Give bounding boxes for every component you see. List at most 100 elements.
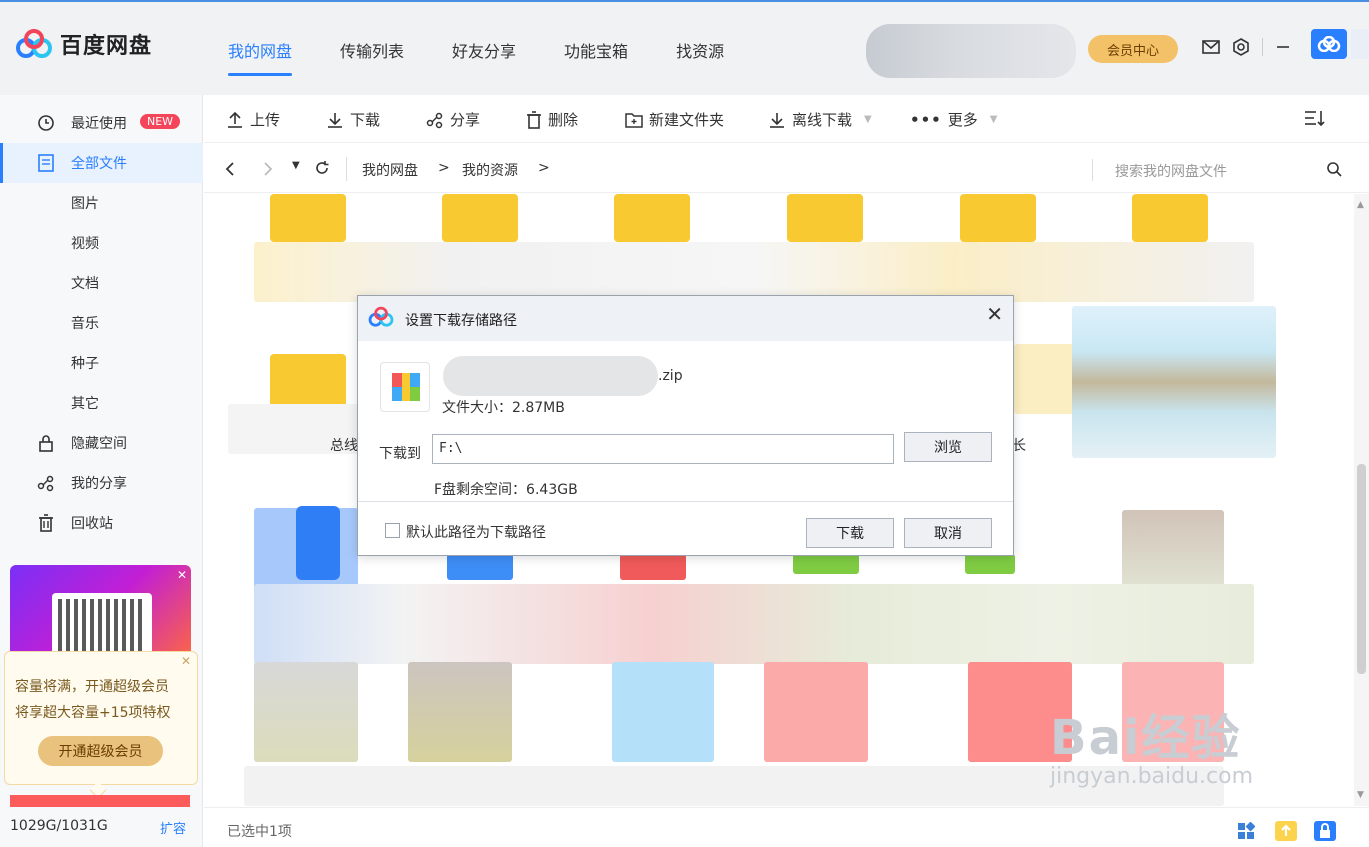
sidebar-item-trash[interactable]: 回收站	[0, 503, 203, 543]
more-button[interactable]: ••• 更多 ▼	[910, 109, 997, 130]
grid-view-icon[interactable]	[1237, 822, 1255, 840]
blurred-image-thumbnail	[1072, 306, 1276, 458]
close-icon[interactable]: ✕	[986, 302, 1003, 326]
scroll-down-icon[interactable]: ▼	[1357, 790, 1364, 800]
expand-capacity-link[interactable]: 扩容	[160, 818, 186, 837]
history-dropdown-icon[interactable]: ▼	[292, 160, 300, 171]
default-path-checkbox-label[interactable]: 默认此路径为下载路径	[406, 522, 546, 542]
share-button[interactable]: 分享	[426, 109, 480, 130]
scrollbar-thumb[interactable]	[1357, 464, 1366, 674]
sidebar-item-label: 音乐	[71, 316, 99, 332]
free-space-text: F盘剩余空间：6.43GB	[434, 482, 578, 498]
download-path-input[interactable]: F:\	[432, 434, 894, 464]
blurred-file-icon	[793, 554, 859, 574]
new-folder-icon	[625, 112, 643, 128]
tip-line-1: 容量将满，开通超级会员	[15, 679, 169, 695]
confirm-download-button[interactable]: 下载	[806, 518, 894, 548]
app-logo[interactable]: 百度网盘	[16, 28, 152, 60]
dialog-title-bar[interactable]: 设置下载存储路径 ✕	[358, 296, 1013, 341]
upload-label: 上传	[250, 111, 281, 129]
download-button[interactable]: 下载	[326, 109, 380, 130]
refresh-icon[interactable]	[314, 160, 330, 176]
new-folder-button[interactable]: 新建文件夹	[625, 109, 724, 130]
sidebar-item-my-shares[interactable]: 我的分享	[0, 463, 203, 503]
sidebar-item-music[interactable]: 音乐	[0, 303, 203, 343]
blurred-image-thumbnail	[612, 662, 714, 762]
minimize-icon[interactable]	[1275, 39, 1291, 55]
sidebar-item-videos[interactable]: 视频	[0, 223, 203, 263]
vertical-scrollbar[interactable]: ▲ ▼	[1354, 194, 1369, 806]
file-label-partial: 长	[1012, 438, 1026, 454]
close-icon[interactable]: ✕	[177, 568, 187, 582]
tab-my-drive[interactable]: 我的网盘	[228, 38, 293, 76]
caret-down-icon[interactable]: ▼	[990, 114, 998, 125]
caret-down-icon[interactable]: ▼	[864, 114, 872, 125]
window-controls	[1202, 38, 1291, 56]
tab-find-resources[interactable]: 找资源	[676, 38, 724, 76]
tab-transfer-list[interactable]: 传输列表	[340, 38, 404, 76]
tab-friend-share[interactable]: 好友分享	[452, 38, 516, 76]
lock-status-icon[interactable]	[1313, 820, 1337, 842]
baidu-jingyan-watermark: Bai经验 jingyan.baidu.com	[1050, 698, 1253, 789]
search-input[interactable]: 搜索我的网盘文件	[1115, 161, 1227, 181]
user-profile-blurred[interactable]	[866, 24, 1076, 78]
new-folder-label: 新建文件夹	[649, 111, 725, 129]
separator	[1092, 159, 1093, 181]
blurred-image-thumbnail	[254, 662, 358, 762]
document-icon	[36, 154, 56, 172]
forward-icon[interactable]	[262, 161, 274, 177]
open-super-vip-button[interactable]: 开通超级会员	[38, 736, 163, 766]
folder-item[interactable]	[614, 194, 690, 242]
folder-item[interactable]	[270, 354, 346, 408]
zip-file-icon	[380, 362, 430, 412]
blurred-image-thumbnail	[764, 662, 868, 762]
folder-item[interactable]	[442, 194, 518, 242]
upload-status-icon[interactable]	[1274, 820, 1298, 842]
share-icon	[36, 474, 56, 492]
upload-button[interactable]: 上传	[226, 109, 280, 130]
sidebar-item-images[interactable]: 图片	[0, 183, 203, 223]
breadcrumb-separator-icon: >	[538, 160, 550, 176]
folder-item[interactable]	[960, 194, 1036, 242]
vip-center-button[interactable]: 会员中心	[1088, 35, 1178, 63]
search-icon[interactable]	[1326, 161, 1342, 177]
close-icon[interactable]: ✕	[181, 654, 191, 668]
sidebar-item-label: 隐藏空间	[71, 436, 127, 452]
folder-item[interactable]	[1132, 194, 1208, 242]
default-path-checkbox[interactable]	[385, 523, 400, 538]
sidebar-item-all-files[interactable]: 全部文件	[0, 143, 203, 183]
sidebar-item-hidden-space[interactable]: 隐藏空间	[0, 423, 203, 463]
sort-button[interactable]	[1304, 109, 1326, 127]
offline-download-button[interactable]: 离线下载 ▼	[768, 109, 872, 130]
side-panel-tab[interactable]	[1351, 29, 1369, 59]
download-to-label: 下载到	[379, 446, 421, 462]
more-dots-icon: •••	[910, 110, 942, 129]
more-label: 更多	[947, 111, 978, 129]
sidebar-item-docs[interactable]: 文档	[0, 263, 203, 303]
sidebar-item-label: 视频	[71, 236, 99, 252]
promo-banner[interactable]: ✕	[10, 565, 191, 665]
sidebar-item-label: 种子	[71, 356, 99, 372]
scroll-up-icon[interactable]: ▲	[1357, 200, 1364, 210]
browse-button[interactable]: 浏览	[904, 432, 992, 462]
toolbar: 上传 下载 分享 删除 新建文件夹 离线下载 ▼ ••• 更多 ▼	[204, 95, 1369, 143]
back-icon[interactable]	[224, 161, 236, 177]
breadcrumb-my-drive[interactable]: 我的网盘	[362, 160, 418, 180]
floating-window-logo[interactable]	[1311, 29, 1347, 59]
status-bar: 已选中1项	[204, 807, 1369, 847]
delete-button[interactable]: 删除	[526, 109, 578, 130]
tab-toolbox[interactable]: 功能宝箱	[564, 38, 628, 76]
folder-item[interactable]	[270, 194, 346, 242]
trash-icon	[36, 514, 56, 532]
mail-icon[interactable]	[1202, 40, 1220, 54]
cancel-button[interactable]: 取消	[904, 518, 992, 548]
cloud-icon	[1317, 36, 1341, 52]
selection-status: 已选中1项	[227, 824, 292, 840]
folder-item[interactable]	[787, 194, 863, 242]
breadcrumb-my-resources[interactable]: 我的资源	[462, 160, 518, 180]
sidebar-item-other[interactable]: 其它	[0, 383, 203, 423]
sidebar-item-torrents[interactable]: 种子	[0, 343, 203, 383]
app-name: 百度网盘	[60, 34, 153, 59]
sidebar-item-recent[interactable]: 最近使用 NEW	[0, 103, 203, 143]
settings-icon[interactable]	[1232, 38, 1250, 56]
